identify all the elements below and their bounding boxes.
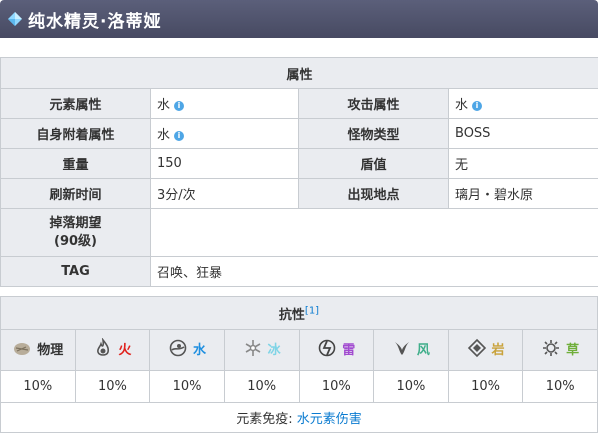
attribute-value-text: 水: [157, 98, 170, 113]
element-immunity: 元素免疫: 水元素伤害: [1, 403, 598, 433]
attribute-value: 3分/次: [151, 179, 299, 209]
hydro-icon: [168, 338, 188, 358]
attribute-section-title: 属性: [1, 58, 598, 89]
resistance-section-title: 抗性[1]: [1, 297, 598, 330]
element-header: 岩: [448, 330, 523, 371]
element-row: 物理 火 水 冰 雷 风 岩 草: [1, 330, 598, 371]
attribute-value-text: 水: [157, 128, 170, 143]
resistance-value: 10%: [75, 371, 150, 403]
electro-icon: [317, 338, 337, 358]
attribute-value-text: 150: [157, 156, 182, 171]
cryo-icon: [243, 338, 263, 358]
attribute-row: 重量 150 盾值无: [1, 149, 598, 179]
attribute-value: 水i: [151, 89, 299, 119]
attribute-row: 元素属性水i攻击属性水i: [1, 89, 598, 119]
attribute-table: 属性 元素属性水i攻击属性水i自身附着属性水i怪物类型BOSS重量150盾值无刷…: [0, 57, 598, 287]
resistance-value: 10%: [150, 371, 225, 403]
attribute-label: 怪物类型: [299, 119, 449, 149]
element-header: 草: [523, 330, 598, 371]
resistance-table: 抗性[1] 物理火水冰雷风岩草 10%10%10%10%10%10%10%10%…: [0, 296, 598, 433]
info-icon[interactable]: i: [174, 101, 184, 111]
attribute-value: 璃月・碧水原: [449, 179, 598, 209]
element-header: 冰: [224, 330, 299, 371]
info-icon[interactable]: i: [472, 101, 482, 111]
element-name: 雷: [342, 339, 355, 358]
element-name: 水: [193, 339, 206, 358]
page-title: 纯水精灵·洛蒂娅: [28, 7, 161, 32]
element-name: 岩: [492, 339, 505, 358]
element-name: 风: [417, 339, 430, 358]
attribute-value-text: 水: [455, 98, 468, 113]
attribute-label: 出现地点: [299, 179, 449, 209]
attribute-label: 元素属性: [1, 89, 151, 119]
physical-icon: [12, 338, 32, 358]
element-header: 火: [75, 330, 150, 371]
page-header: 纯水精灵·洛蒂娅: [0, 0, 598, 38]
hydro-gem-icon: [8, 12, 22, 26]
resistance-value-row: 10%10%10%10%10%10%10%10%: [1, 371, 598, 403]
element-name: 物理: [37, 339, 63, 358]
pyro-icon: [93, 338, 113, 358]
attribute-value: 无: [449, 149, 598, 179]
attribute-value-text: 璃月・碧水原: [455, 188, 533, 203]
dendro-icon: [541, 338, 561, 358]
element-header: 雷: [299, 330, 374, 371]
anemo-icon: [392, 338, 412, 358]
drop-expectation-label: 掉落期望(90级): [1, 209, 151, 257]
element-header: 风: [374, 330, 449, 371]
attribute-value: BOSS: [449, 119, 598, 149]
resistance-value: 10%: [523, 371, 598, 403]
attribute-value-text: 3分/次: [157, 188, 196, 203]
attribute-row: 自身附着属性水i怪物类型BOSS: [1, 119, 598, 149]
attribute-value: 水i: [151, 119, 299, 149]
resistance-value: 10%: [299, 371, 374, 403]
tag-value: 召唤、狂暴: [151, 257, 598, 287]
attribute-row: 刷新时间 3分/次 出现地点璃月・碧水原: [1, 179, 598, 209]
tag-label: TAG: [1, 257, 151, 287]
attribute-value-text: BOSS: [455, 126, 490, 141]
attribute-label: 攻击属性: [299, 89, 449, 119]
attribute-label: 重量: [1, 149, 151, 179]
resistance-value: 10%: [374, 371, 449, 403]
info-icon[interactable]: i: [174, 131, 184, 141]
element-name: 火: [118, 339, 131, 358]
attribute-label: 刷新时间: [1, 179, 151, 209]
resistance-value: 10%: [224, 371, 299, 403]
drop-expectation-value: [151, 209, 598, 257]
attribute-label: 自身附着属性: [1, 119, 151, 149]
resistance-value: 10%: [1, 371, 76, 403]
element-header: 物理: [1, 330, 76, 371]
footnote-link[interactable]: [1]: [305, 305, 319, 316]
geo-icon: [467, 338, 487, 358]
attribute-value: 150: [151, 149, 299, 179]
element-name: 冰: [268, 339, 281, 358]
attribute-value: 水i: [449, 89, 598, 119]
attribute-value-text: 无: [455, 158, 468, 173]
resistance-value: 10%: [448, 371, 523, 403]
element-name: 草: [566, 339, 579, 358]
element-header: 水: [150, 330, 225, 371]
immunity-link[interactable]: 水元素伤害: [297, 412, 362, 427]
attribute-label: 盾值: [299, 149, 449, 179]
